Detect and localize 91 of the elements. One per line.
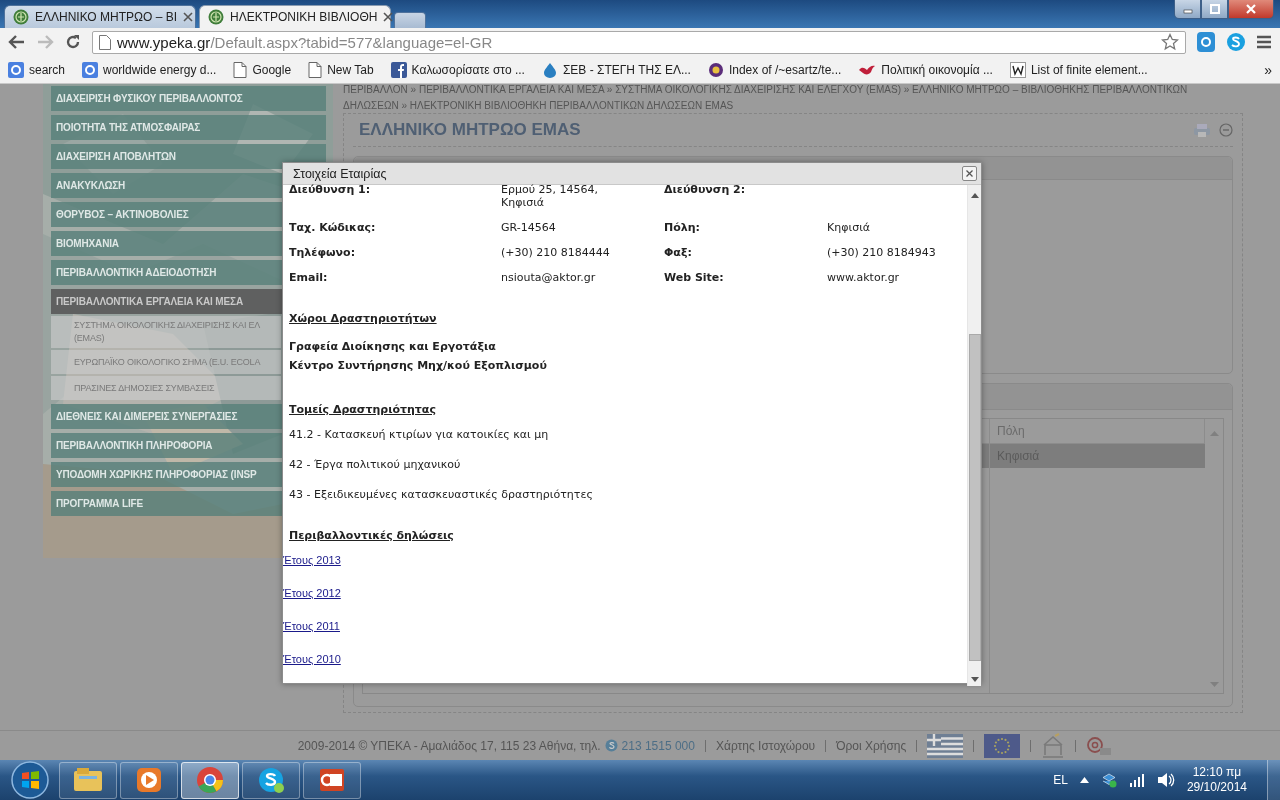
minimize-button[interactable] — [1174, 0, 1201, 19]
square-icon — [82, 61, 99, 78]
bookmark[interactable]: ΣΕΒ - ΣΤΕΓΗ ΤΗΣ ΕΛ... — [541, 61, 691, 78]
show-desktop-button[interactable] — [1267, 760, 1280, 800]
slides-icon — [318, 766, 346, 794]
language-indicator[interactable]: EL — [1053, 773, 1068, 787]
taskbar-app[interactable] — [303, 761, 361, 799]
leaf-icon — [208, 9, 224, 25]
activity-site: Κέντρο Συντήρησης Μηχ/κού Εξοπλισμού — [289, 358, 548, 374]
box-icon[interactable] — [1100, 772, 1117, 788]
bookmark[interactable]: worldwide energy d... — [82, 61, 217, 78]
field-label: Email: — [289, 271, 329, 284]
field-label: Διεύθυνση 2: — [664, 183, 747, 198]
signal-icon[interactable] — [1128, 773, 1145, 787]
scrollbar-thumb[interactable] — [968, 334, 981, 661]
reload-icon[interactable] — [64, 33, 82, 51]
statement-link[interactable]: Έτους 2011 — [283, 620, 340, 633]
scroll-up-icon[interactable] — [970, 193, 979, 198]
field-value: (+30) 210 8184444 — [501, 246, 611, 259]
more-bookmarks-button[interactable]: » — [1264, 61, 1272, 78]
close-button[interactable] — [962, 166, 977, 181]
page-icon — [1009, 61, 1026, 78]
close-icon — [1245, 4, 1257, 14]
maximize-button[interactable] — [1201, 0, 1228, 19]
skype-icon[interactable] — [1226, 32, 1246, 52]
skype-icon — [604, 739, 618, 752]
extension-icon[interactable] — [1196, 31, 1216, 53]
page-icon — [233, 61, 248, 78]
field-label: Web Site: — [664, 271, 725, 284]
striped-flag-icon[interactable] — [927, 733, 964, 758]
statement-link[interactable]: Έτους 2010 — [283, 653, 341, 666]
close-button[interactable] — [1228, 0, 1274, 19]
field-value: Κηφισιά — [827, 221, 872, 234]
copyright-text: 2009-2014 © ΥΠΕΚΑ - Αμαλιάδος 17, 115 23 Αθήνα, τηλ. — [297, 738, 601, 753]
page-icon — [99, 34, 111, 50]
star-icon[interactable] — [1161, 33, 1179, 51]
bookmark[interactable]: search — [8, 61, 66, 78]
tab-title: ΕΛΛΗΝΙΚΟ ΜΗΤΡΩΟ – ΒΙ — [35, 10, 177, 24]
square-icon — [390, 61, 407, 78]
clock[interactable]: 12:10 πμ 29/10/2014 — [1186, 765, 1247, 795]
field-value: GR-14564 — [501, 221, 557, 234]
statement-link[interactable]: Έτους 2013 — [283, 554, 341, 567]
menu-icon[interactable] — [1256, 35, 1272, 49]
field-value: nsiouta@aktor.gr — [501, 271, 597, 284]
square-icon — [8, 61, 24, 78]
tab-title: ΗΛΕΚΤΡΟΝΙΚΗ ΒΙΒΛΙΟΘΗ — [230, 10, 378, 24]
field-value: (+30) 210 8184943 — [827, 246, 937, 259]
phone-number: 213 1515 000 — [621, 738, 695, 753]
folder-icon — [73, 767, 103, 793]
close-icon — [966, 170, 973, 177]
url-text: www.ypeka.gr/Default.aspx?tabid=577&language=el-GR — [117, 33, 494, 51]
browser-tab[interactable]: ΕΛΛΗΝΙΚΟ ΜΗΤΡΩΟ – ΒΙ — [4, 5, 196, 28]
badge-icon — [707, 61, 724, 78]
section-heading: Χώροι Δραστηριοτήτων — [289, 312, 438, 325]
maximize-icon — [1208, 4, 1221, 14]
scroll-down-icon[interactable] — [970, 677, 979, 682]
page-icon — [308, 61, 323, 78]
show-hidden-icon[interactable] — [1079, 777, 1089, 783]
browser-tab[interactable]: ΗΛΕΚΤΡΟΝΙΚΗ ΒΙΒΛΙΟΘΗ — [199, 5, 391, 28]
star-flag-icon[interactable] — [984, 733, 1021, 758]
address-bar[interactable]: www.ypeka.gr/Default.aspx?tabid=577&language=el-GR — [92, 30, 1186, 54]
field-value: Ερμού 25, 14564, Κηφισιά — [501, 183, 599, 209]
field-label: Φαξ: — [664, 246, 693, 259]
back-icon[interactable] — [8, 34, 26, 50]
close-icon[interactable] — [183, 12, 193, 22]
new-tab-button[interactable] — [394, 12, 426, 28]
panel-title: ΕΛΛΗΝΙΚΟ ΜΗΤΡΩΟ EMAS — [359, 120, 582, 140]
activity-site: Γραφεία Διοίκησης και Εργοτάξια — [289, 339, 497, 355]
skype-icon — [257, 766, 285, 794]
bookmark[interactable]: Πολιτική οικονομία ... — [858, 62, 993, 77]
close-icon[interactable] — [383, 12, 394, 22]
bookmark[interactable]: Google — [233, 61, 292, 78]
drop-icon — [541, 61, 558, 78]
taskbar-app[interactable] — [120, 761, 178, 799]
section-heading: Περιβαλλοντικές δηλώσεις — [289, 529, 455, 542]
windows-orb-icon — [11, 761, 49, 799]
taskbar-app[interactable] — [181, 761, 239, 799]
play-icon — [135, 766, 163, 794]
field-value: www.aktor.gr — [827, 271, 901, 284]
chrome-icon — [196, 766, 224, 794]
bookmark[interactable]: List of finite element... — [1009, 61, 1148, 78]
bookmark[interactable]: Index of /~esartz/te... — [707, 61, 842, 78]
statement-link[interactable]: Έτους 2012 — [283, 587, 341, 600]
field-label: Πόλη: — [664, 221, 701, 234]
breadcrumb: ΠΕΡΙΒΑΛΛΟΝ » ΠΕΡΙΒΑΛΛΟΝΤΙΚΑ ΕΡΓΑΛΕΙΑ ΚΑΙ ΜΕΣΑ » ΣΥΣΤΗΜΑ ΟΙΚΟΛΟΓΙΚΗΣ ΔΙΑΧΕΙΡΙΣΗΣ ΚΑΙ ΕΛΕΓΧΟΥ (EMAS) » ΕΛΛΗΝΙΚΟ ΜΗΤΡΩΟ – ΒΙΒΛΙΟΘΗΚΗΣ ΠΕΡΙΒΑΛΛΟΝΤΙΚΩΝ ΔΗΛΩΣΕΩΝ » ΗΛΕΚΤΡΟΝΙΚΗ ΒΙΒΛΙΟΘΗΚΗ ΠΕΡΙΒΑΛΛΟΝΤΙΚΩΝ ΔΗΛΩΣΕΩΝ EMAS — [343, 83, 1189, 110]
bookmark[interactable]: New Tab — [308, 61, 374, 78]
taskbar-app[interactable] — [242, 761, 300, 799]
bookmark[interactable]: Καλωσορίσατε στο ... — [390, 61, 525, 78]
speaker-icon[interactable] — [1156, 772, 1175, 788]
taskbar-app[interactable] — [59, 761, 117, 799]
leaf-icon — [13, 9, 29, 25]
